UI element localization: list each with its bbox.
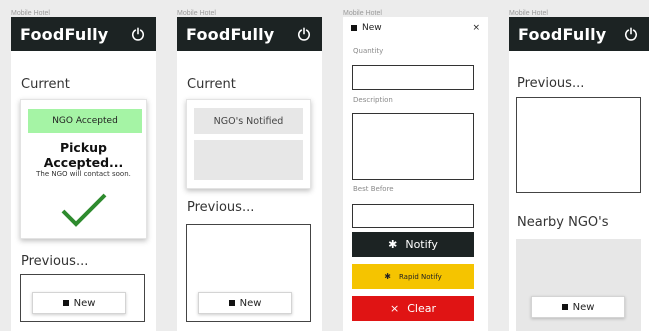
screen-new-form: New × Quantity Description Best Before ✱… [343, 17, 488, 331]
new-button-label: New [73, 297, 96, 309]
screen-current-notified: FoodFully Current NGO's Notified Previou… [177, 17, 322, 331]
app-header: FoodFully [11, 17, 156, 51]
square-icon [62, 300, 69, 306]
frame-label: Mobile Hotel [509, 10, 548, 17]
previous-heading: Previous... [517, 76, 585, 91]
frame-label: Mobile Hotel [343, 10, 382, 17]
placeholder-block [194, 140, 303, 180]
current-heading: Current [187, 77, 236, 92]
app-header: FoodFully [177, 17, 322, 51]
close-icon[interactable]: × [472, 23, 480, 33]
previous-heading: Previous... [187, 200, 255, 215]
current-heading: Current [21, 77, 70, 92]
quantity-label: Quantity [353, 47, 384, 55]
description-input[interactable] [352, 113, 474, 180]
new-button-label: New [572, 301, 595, 313]
new-button[interactable]: New [198, 292, 292, 314]
form-header: New × [343, 17, 488, 39]
rapid-notify-button-label: Rapid Notify [398, 272, 442, 281]
notify-button[interactable]: ✱ Notify [352, 232, 474, 257]
checkmark-icon [61, 193, 107, 227]
best-before-label: Best Before [353, 185, 394, 193]
current-donation-card: NGO Accepted Pickup Accepted... The NGO … [20, 99, 147, 239]
app-logo: FoodFully [20, 24, 109, 44]
square-icon [228, 300, 235, 306]
description-label: Description [353, 96, 393, 104]
status-badge: NGO Accepted [28, 109, 142, 133]
bell-icon: ✱ [384, 272, 391, 281]
power-icon[interactable] [624, 27, 638, 41]
screen-nearby-ngos: FoodFully Previous... Nearby NGO's New [509, 17, 649, 331]
frame-label: Mobile Hotel [11, 10, 50, 17]
nearby-ngos-heading: Nearby NGO's [517, 215, 609, 230]
app-header: FoodFully [509, 17, 649, 51]
frame-label: Mobile Hotel [177, 10, 216, 17]
previous-heading: Previous... [21, 254, 89, 269]
pickup-title: Pickup Accepted... [43, 140, 124, 170]
form-title: New [362, 23, 382, 33]
new-button[interactable]: New [531, 296, 625, 318]
clear-button[interactable]: × Clear [352, 296, 474, 321]
app-logo: FoodFully [518, 24, 607, 44]
rapid-notify-button[interactable]: ✱ Rapid Notify [352, 264, 474, 289]
previous-list [516, 97, 641, 193]
app-logo: FoodFully [186, 24, 275, 44]
pickup-subtitle: The NGO will contact soon. [36, 170, 131, 178]
quantity-input[interactable] [352, 65, 474, 90]
power-icon[interactable] [131, 27, 145, 41]
current-donation-card: NGO's Notified [186, 99, 311, 189]
square-icon [561, 304, 568, 310]
new-button-label: New [239, 297, 262, 309]
screen-current-accepted: FoodFully Current NGO Accepted Pickup Ac… [11, 17, 156, 331]
notify-button-label: Notify [405, 238, 438, 251]
status-badge: NGO's Notified [194, 108, 303, 134]
square-icon [351, 25, 357, 31]
sparkle-icon: ✱ [388, 238, 398, 251]
close-icon: × [390, 302, 400, 315]
new-button[interactable]: New [32, 292, 126, 314]
power-icon[interactable] [297, 27, 311, 41]
clear-button-label: Clear [407, 302, 436, 315]
best-before-input[interactable] [352, 204, 474, 228]
